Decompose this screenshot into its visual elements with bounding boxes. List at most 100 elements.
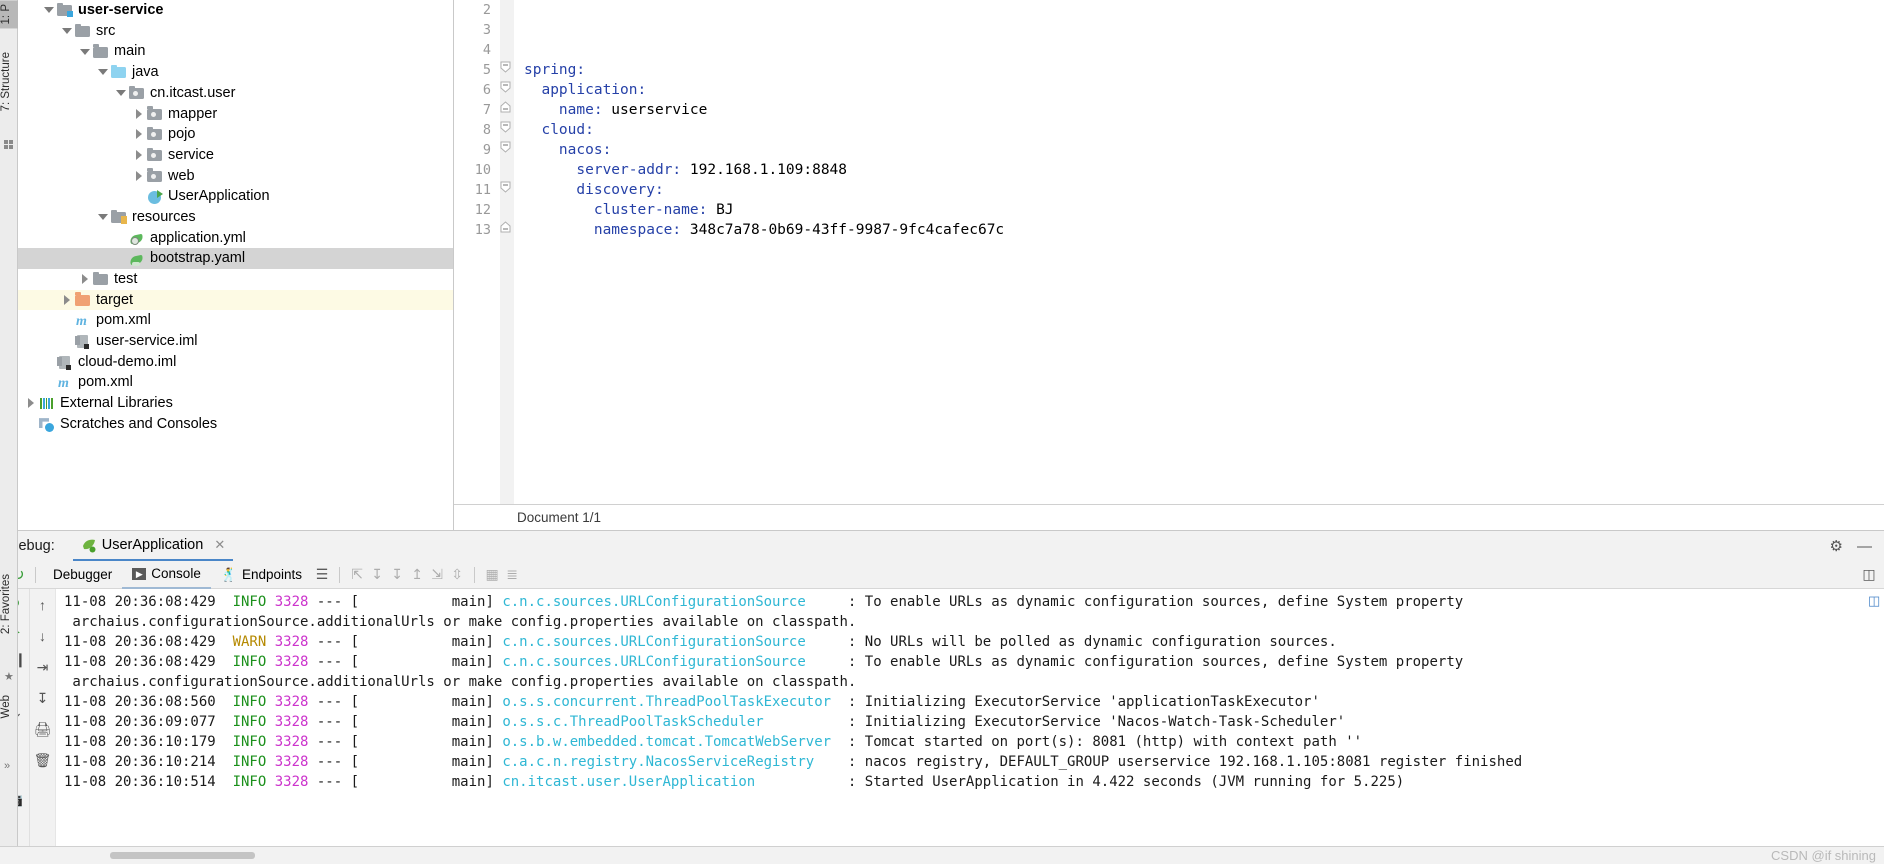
tree-item-userapplication[interactable]: UserApplication xyxy=(18,186,453,207)
drop-frame-icon[interactable]: ⇲ xyxy=(427,565,447,585)
chevron-down-icon[interactable] xyxy=(78,41,92,62)
tree-item-cn-itcast-user[interactable]: cn.itcast.user xyxy=(18,83,453,104)
step-out-icon[interactable]: ↥ xyxy=(407,565,427,585)
horizontal-scrollbar[interactable] xyxy=(110,852,255,859)
tree-item-application-yml[interactable]: application.yml xyxy=(18,228,453,249)
yaml-code-content[interactable]: spring: application: name: userservice c… xyxy=(514,0,1884,504)
split-console-icon[interactable]: ◫ xyxy=(1862,565,1884,585)
folder-target-icon xyxy=(74,292,92,308)
gear-icon[interactable]: ⚙ xyxy=(1830,537,1843,555)
code-line[interactable]: cluster-name: BJ xyxy=(524,200,1884,220)
code-line[interactable]: server-addr: 192.168.1.109:8848 xyxy=(524,160,1884,180)
chevron-down-icon[interactable] xyxy=(96,207,110,228)
editor-error-stripe[interactable] xyxy=(1872,0,1884,504)
tool-window-favorites-tab[interactable]: 2: Favorites xyxy=(0,574,18,634)
console-gap2 xyxy=(266,774,274,790)
code-line[interactable]: spring: xyxy=(524,60,1884,80)
fold-collapse-icon[interactable] xyxy=(500,80,514,100)
force-step-into-icon[interactable]: ↧ xyxy=(387,565,407,585)
tree-item-service[interactable]: service xyxy=(18,145,453,166)
code-line[interactable] xyxy=(524,0,1884,20)
fold-collapse-icon[interactable] xyxy=(500,120,514,140)
step-over-icon[interactable]: ⇱ xyxy=(347,565,367,585)
chevron-right-icon[interactable] xyxy=(132,103,146,124)
tree-item-mapper[interactable]: mapper xyxy=(18,103,453,124)
editor-pane[interactable]: 2 3 4 5 6 7 8 9 10 11 12 13 spring: application: na… xyxy=(454,0,1884,530)
chevron-down-icon[interactable] xyxy=(96,62,110,83)
code-line[interactable]: name: userservice xyxy=(524,100,1884,120)
chevron-right-icon[interactable] xyxy=(24,393,38,414)
console-right-strip[interactable]: ◫ xyxy=(1866,589,1884,846)
tree-item-pom-xml[interactable]: m pom.xml xyxy=(18,372,453,393)
step-into-icon[interactable]: ↧ xyxy=(367,565,387,585)
project-tree[interactable]: user-service src main java cn.itcast.user map… xyxy=(18,0,453,530)
tool-window-web-tab[interactable]: Web xyxy=(0,695,18,718)
chevron-right-icon[interactable] xyxy=(60,290,74,311)
trash-icon[interactable]: 🗑 xyxy=(33,750,53,770)
code-line[interactable] xyxy=(524,40,1884,60)
chevron-right-icon[interactable] xyxy=(132,145,146,166)
tree-item-cloud-demo-iml[interactable]: cloud-demo.iml xyxy=(18,352,453,373)
scroll-to-end-icon[interactable]: ↧ xyxy=(33,688,53,708)
chevron-down-icon[interactable] xyxy=(60,21,74,42)
chevron-right-icon[interactable] xyxy=(132,124,146,145)
project-tool-window[interactable]: user-service src main java cn.itcast.user map… xyxy=(18,0,454,530)
tab-console[interactable]: ▶ Console xyxy=(122,561,211,589)
tree-item-user-service[interactable]: user-service xyxy=(18,0,453,21)
down-arrow-icon[interactable]: ↓ xyxy=(33,626,53,646)
fold-collapse-icon[interactable] xyxy=(500,140,514,160)
code-line[interactable]: nacos: xyxy=(524,140,1884,160)
debug-toolbar[interactable]: ↻ Debugger ▶ Console 🕺 Endpoints ☰ ⇱ ↧ ↧… xyxy=(0,561,1884,589)
debug-session-tab[interactable]: UserApplication ✕ xyxy=(72,531,234,561)
chevron-right-icon[interactable] xyxy=(132,166,146,187)
code-line[interactable]: cloud: xyxy=(524,120,1884,140)
minimize-icon[interactable]: — xyxy=(1857,538,1872,555)
fold-end-icon[interactable] xyxy=(500,100,514,120)
yaml-colon: : xyxy=(637,82,647,98)
fold-collapse-icon[interactable] xyxy=(500,60,514,80)
grid-dots-icon xyxy=(4,140,14,150)
editor-body[interactable]: 2 3 4 5 6 7 8 9 10 11 12 13 spring: application: na… xyxy=(454,0,1884,504)
folder-package-icon xyxy=(146,106,164,122)
fold-end-icon[interactable] xyxy=(500,220,514,240)
tool-window-structure-tab[interactable]: 7: Structure xyxy=(0,48,18,115)
run-to-cursor-icon[interactable]: ⇳ xyxy=(447,565,467,585)
tree-item-test[interactable]: test xyxy=(18,269,453,290)
tree-item-pom-xml[interactable]: m pom.xml xyxy=(18,310,453,331)
soft-wrap-icon[interactable]: ⇥ xyxy=(33,657,53,677)
code-line[interactable]: discovery: xyxy=(524,180,1884,200)
console-area[interactable]: ↻ ▶ ❙❙ ■ ↷ ● ● 📷 ↑ ↓ ⇥ ↧ 🖨 🗑 11-08 20:36… xyxy=(0,589,1884,846)
code-line[interactable]: application: xyxy=(524,80,1884,100)
evaluate-expression-icon[interactable]: ▦ xyxy=(482,565,502,585)
tree-item-user-service-iml[interactable]: user-service.iml xyxy=(18,331,453,352)
tree-item-pojo[interactable]: pojo xyxy=(18,124,453,145)
chevron-right-icon[interactable] xyxy=(78,269,92,290)
print-icon[interactable]: 🖨 xyxy=(33,719,53,739)
console-output[interactable]: 11-08 20:36:08:429 INFO 3328 --- [ main]… xyxy=(56,589,1884,846)
split-console-right-icon[interactable]: ◫ xyxy=(1868,593,1884,609)
tree-item-target[interactable]: target xyxy=(18,289,453,311)
up-arrow-icon[interactable]: ↑ xyxy=(33,595,53,615)
tree-item-main[interactable]: main xyxy=(18,41,453,62)
tree-item-scratches-and-consoles[interactable]: Scratches and Consoles xyxy=(18,414,453,435)
code-line[interactable] xyxy=(524,20,1884,40)
tab-debugger[interactable]: Debugger xyxy=(43,561,122,589)
chevrons-right-icon[interactable]: » xyxy=(4,760,10,772)
tree-item-src[interactable]: src xyxy=(18,21,453,42)
tab-endpoints[interactable]: 🕺 Endpoints xyxy=(211,561,312,589)
tree-item-web[interactable]: web xyxy=(18,166,453,187)
tree-item-resources[interactable]: resources xyxy=(18,207,453,228)
chevron-down-icon[interactable] xyxy=(114,83,128,104)
chevron-down-icon[interactable] xyxy=(42,0,56,21)
layout-icon[interactable]: ☰ xyxy=(312,565,332,585)
tool-window-project-tab[interactable]: 1: P xyxy=(0,0,18,29)
tree-item-external-libraries[interactable]: External Libraries xyxy=(18,393,453,414)
code-folding-gutter[interactable] xyxy=(500,0,514,504)
code-line[interactable]: namespace: 348c7a78-0b69-43ff-9987-9fc4c… xyxy=(524,220,1884,240)
fold-collapse-icon[interactable] xyxy=(500,180,514,200)
console-side-actions[interactable]: ↑ ↓ ⇥ ↧ 🖨 🗑 xyxy=(30,589,56,846)
settings-toolbar-icon[interactable]: ≣ xyxy=(502,565,522,585)
close-icon[interactable]: ✕ xyxy=(214,537,225,553)
tree-item-java[interactable]: java xyxy=(18,62,453,83)
tree-item-bootstrap-yaml[interactable]: bootstrap.yaml xyxy=(18,248,453,269)
